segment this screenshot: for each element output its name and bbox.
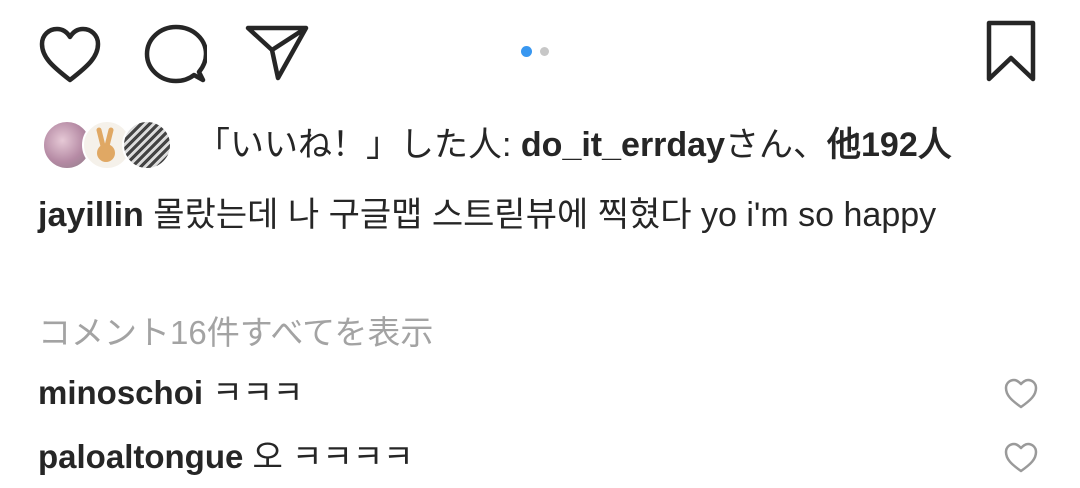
heart-icon bbox=[1004, 378, 1038, 409]
view-all-comments-link[interactable]: コメント16件すべてを表示 bbox=[38, 308, 433, 358]
share-button[interactable] bbox=[244, 24, 310, 82]
carousel-indicator bbox=[521, 45, 549, 57]
comment-like-button[interactable] bbox=[1003, 378, 1039, 410]
paper-plane-icon bbox=[245, 25, 309, 81]
carousel-dot-active bbox=[521, 45, 532, 57]
avatar bbox=[122, 120, 172, 170]
comment-text: 오 ㅋㅋㅋㅋ bbox=[252, 438, 414, 475]
comment-row: paloaltongue 오 ㅋㅋㅋㅋ bbox=[38, 432, 413, 482]
comment-like-button[interactable] bbox=[1003, 442, 1039, 474]
likes-others-link[interactable]: 他192人 bbox=[827, 126, 952, 164]
likes-summary: 「いいね！」した人: do_it_errdayさん、他192人 bbox=[196, 121, 952, 169]
heart-icon bbox=[1004, 442, 1038, 473]
comment-button[interactable] bbox=[143, 24, 207, 86]
comment-text: ㅋㅋㅋ bbox=[212, 374, 304, 411]
comment-bubble-icon bbox=[144, 24, 207, 84]
liker-avatars[interactable] bbox=[42, 120, 172, 170]
caption-username-link[interactable]: jayillin bbox=[38, 196, 144, 234]
post-caption: jayillin 몰랐는데 나 구글맵 스트릳뷰에 찍혔다 yo i'm so … bbox=[38, 190, 1038, 240]
likes-prefix: 「いいね！」した人: bbox=[196, 126, 521, 164]
bookmark-icon bbox=[986, 20, 1036, 82]
heart-icon bbox=[39, 26, 101, 83]
likes-suffix: さん、 bbox=[725, 126, 827, 164]
comment-row: minoschoi ㅋㅋㅋ bbox=[38, 368, 303, 418]
like-button[interactable] bbox=[38, 26, 102, 84]
carousel-dot bbox=[540, 46, 549, 56]
save-button[interactable] bbox=[986, 20, 1036, 82]
caption-text: 몰랐는데 나 구글맵 스트릳뷰에 찍혔다 yo i'm so happy bbox=[153, 196, 937, 234]
comment-username-link[interactable]: paloaltongue bbox=[38, 438, 243, 475]
comment-username-link[interactable]: minoschoi bbox=[38, 374, 203, 411]
liker-username-link[interactable]: do_it_errday bbox=[521, 126, 725, 164]
